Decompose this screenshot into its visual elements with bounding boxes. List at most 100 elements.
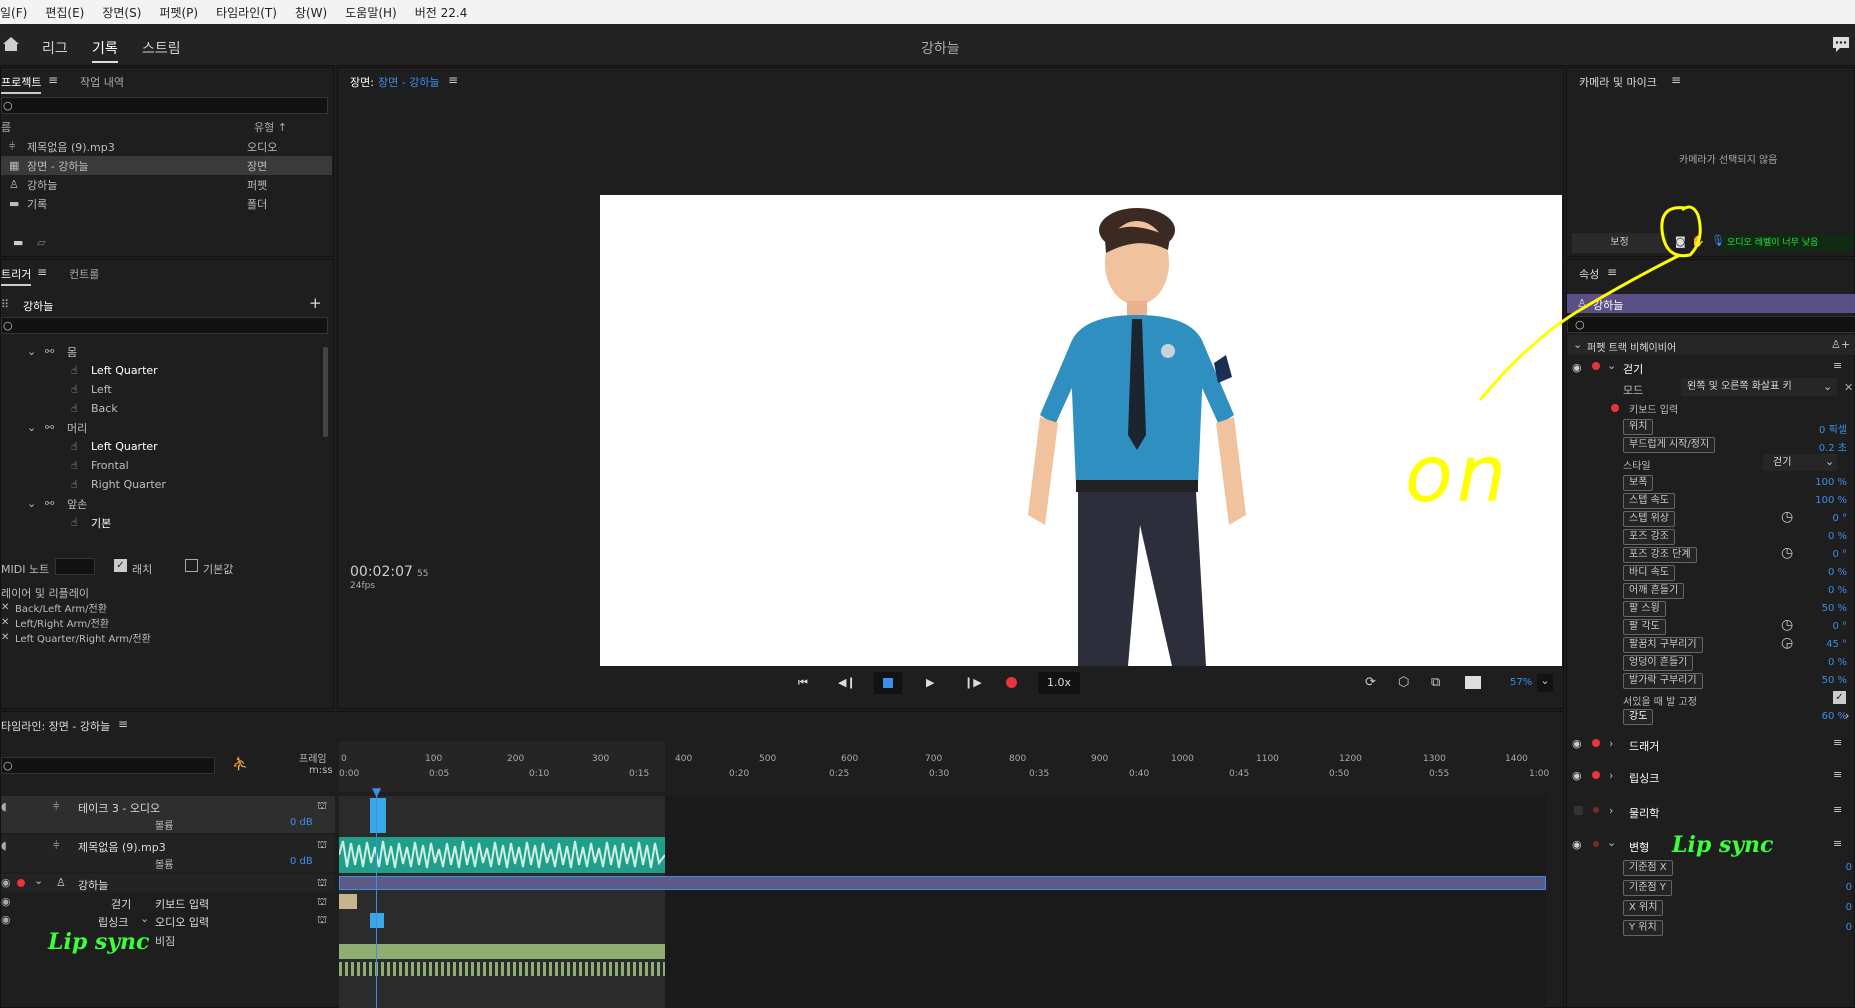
track-header-take[interactable]: ◖ ⫩ 테이크 3 - 오디오 볼륨 0 dB ⛫ [1,796,335,833]
add-icon[interactable]: + [309,294,322,312]
param-row[interactable]: 어깨 흔들기 0 % [1567,582,1847,600]
play-icon[interactable]: ▶ [926,676,934,689]
col-name-header[interactable]: 름 [1,119,11,135]
list-item[interactable]: ▦ 장면 - 강하늘 장면 [1,156,332,175]
tab-stream[interactable]: 스트림 [142,38,181,58]
track-area[interactable] [339,796,1546,1008]
zoom-level[interactable]: 57% [1510,677,1532,688]
param-row[interactable]: Y 위치 0 [1567,919,1852,937]
param-row[interactable]: 강도 60 % [1567,708,1847,726]
tab-controls[interactable]: 컨트롤 [69,266,99,282]
dial-icon[interactable]: ◷ [1781,617,1793,633]
param-row[interactable]: X 위치 0 [1567,899,1852,917]
lock-icon[interactable]: ⛫ [317,913,327,928]
speaker-icon[interactable]: ◖ [1,800,7,813]
timeline-ruler[interactable]: 0 100 200 300 400 500 600 700 800 900 10… [339,734,1549,792]
project-search-input[interactable]: ○ [1,97,328,114]
scrollbar[interactable] [323,347,328,437]
behavior-lipsync[interactable]: ◉ › 립싱크 ≡ [1567,767,1855,787]
visibility-icon[interactable]: ◉ [1572,769,1582,782]
midi-note-input[interactable] [55,558,95,575]
trigger-group-hand[interactable]: ⌄ ⚯ 앞손 [1,494,87,513]
tab-triggers[interactable]: 트리거 [1,266,32,286]
list-item[interactable]: ♙ 강하늘 퍼펫 [1,175,332,194]
tab-rig[interactable]: 리그 [42,38,68,58]
chat-icon[interactable] [1832,36,1850,52]
trigger-item[interactable]: ☝ 기본 [1,513,111,532]
playhead-line[interactable] [376,796,377,1008]
swap-item[interactable]: ✕ Left/Right Arm/전환 [1,615,109,630]
close-icon[interactable]: ✕ [1,632,15,643]
trigger-item[interactable]: ☝ Left [1,380,112,399]
add-behavior-icon[interactable]: ♙+ [1831,338,1850,351]
chevron-right-icon[interactable]: › [1845,709,1849,722]
refresh-icon[interactable]: ⟳ [1365,675,1376,690]
menu-icon[interactable]: ≡ [1671,73,1681,87]
list-item[interactable]: ▬ 기록 폴더 [1,194,332,213]
close-icon[interactable]: ✕ [1,617,15,628]
close-icon[interactable]: ✕ [1844,381,1853,394]
step-forward-icon[interactable]: ❙▶ [964,676,982,689]
menu-timeline[interactable]: 타임라인(T) [216,4,277,21]
menu-edit[interactable]: 편집(E) [45,4,84,21]
mesh-icon[interactable]: ⬡ [1398,675,1409,690]
lock-icon[interactable]: ⛫ [317,838,327,853]
param-row[interactable]: 팔꿈치 구부리기 ◶ 45 ° [1567,635,1847,654]
track-header-mp3[interactable]: ◖ ⫩ 제목없음 (9).mp3 볼륨 0 dB ⛫ [1,835,335,872]
param-row[interactable]: 엉덩이 흔들기 0 % [1567,654,1847,672]
menu-icon[interactable]: ≡ [1833,768,1842,781]
snap-icon[interactable]: ⛹ [232,757,248,772]
dial-icon[interactable]: ◶ [1781,635,1793,651]
lock-icon[interactable]: ⛫ [317,895,327,910]
arm-record-icon[interactable] [17,879,25,887]
visibility-icon[interactable]: ◉ [1,913,11,926]
record-icon[interactable] [1006,677,1017,688]
trigger-item[interactable]: ☝ Right Quarter [1,475,166,494]
scene-name[interactable]: 장면 - 강하늘 [378,74,440,90]
mp3-audio-clip[interactable] [339,837,665,873]
timeline-search-input[interactable]: ○ [1,757,215,774]
track-header-puppet[interactable]: ◉ ⌄ ♙ 강하늘 ⛫ [1,874,335,892]
behavior-physics[interactable]: › 물리학 ≡ [1567,802,1855,822]
menu-help[interactable]: 도움말(H) [345,4,397,21]
arm-record-icon[interactable] [1593,807,1599,813]
puppet-track-bar[interactable] [339,876,1546,890]
playhead-icon[interactable]: ▼ [372,785,381,799]
param-row[interactable]: 기준점 Y0 [1567,879,1852,897]
step-back-icon[interactable]: ◀❙ [838,676,856,689]
chevron-down-icon[interactable]: ⌄ [140,912,149,925]
visibility-icon[interactable]: ◉ [1,876,11,889]
menu-icon[interactable]: ≡ [1833,803,1842,816]
lock-icon[interactable]: ⛫ [317,876,327,891]
param-row[interactable]: 바디 속도 0 % [1567,564,1847,582]
swap-item[interactable]: ✕ Back/Left Arm/전환 [1,600,107,615]
trigger-item[interactable]: ☝ Back [1,399,118,418]
param-row[interactable]: 발가락 구부리기 50 % [1567,672,1847,690]
lipsync-take[interactable] [370,913,384,928]
arm-record-icon[interactable] [1592,739,1600,747]
param-row[interactable]: 기준점 X0 [1567,859,1852,877]
playback-speed[interactable]: 1.0x [1038,672,1080,694]
plant-feet-checkbox[interactable]: ✓ [1833,691,1846,704]
chevron-down-icon[interactable]: ⌄ [1537,674,1553,692]
chevron-down-icon[interactable]: ⌄ [34,874,43,887]
visibility-icon[interactable]: ◉ [1572,838,1582,851]
background-icon[interactable] [1465,676,1481,689]
list-item[interactable]: ⫩ 제목없음 (9).mp3 오디오 [1,137,332,156]
walk-take[interactable] [339,894,357,909]
menu-window[interactable]: 창(W) [295,4,327,21]
menu-icon[interactable]: ≡ [1833,736,1842,749]
arm-record-icon[interactable] [1592,771,1600,779]
visibility-icon[interactable]: ◉ [1572,737,1582,750]
close-icon[interactable]: ✕ [1,602,15,613]
new-folder-icon[interactable]: ▬ [13,236,23,249]
arm-record-icon[interactable] [1593,841,1599,847]
tab-history[interactable]: 작업 내역 [80,74,124,90]
trigger-item[interactable]: ☝ Left Quarter [1,361,158,380]
latch-checkbox[interactable]: ✓ [114,559,127,572]
menu-icon[interactable]: ≡ [448,73,458,87]
viseme-track[interactable] [339,944,665,959]
track-walk[interactable]: ◉ 걷기 키보드 입력 ⛫ [1,893,335,911]
export-frame-icon[interactable]: ⧉ [1431,675,1440,690]
viseme-frames[interactable] [339,962,665,976]
